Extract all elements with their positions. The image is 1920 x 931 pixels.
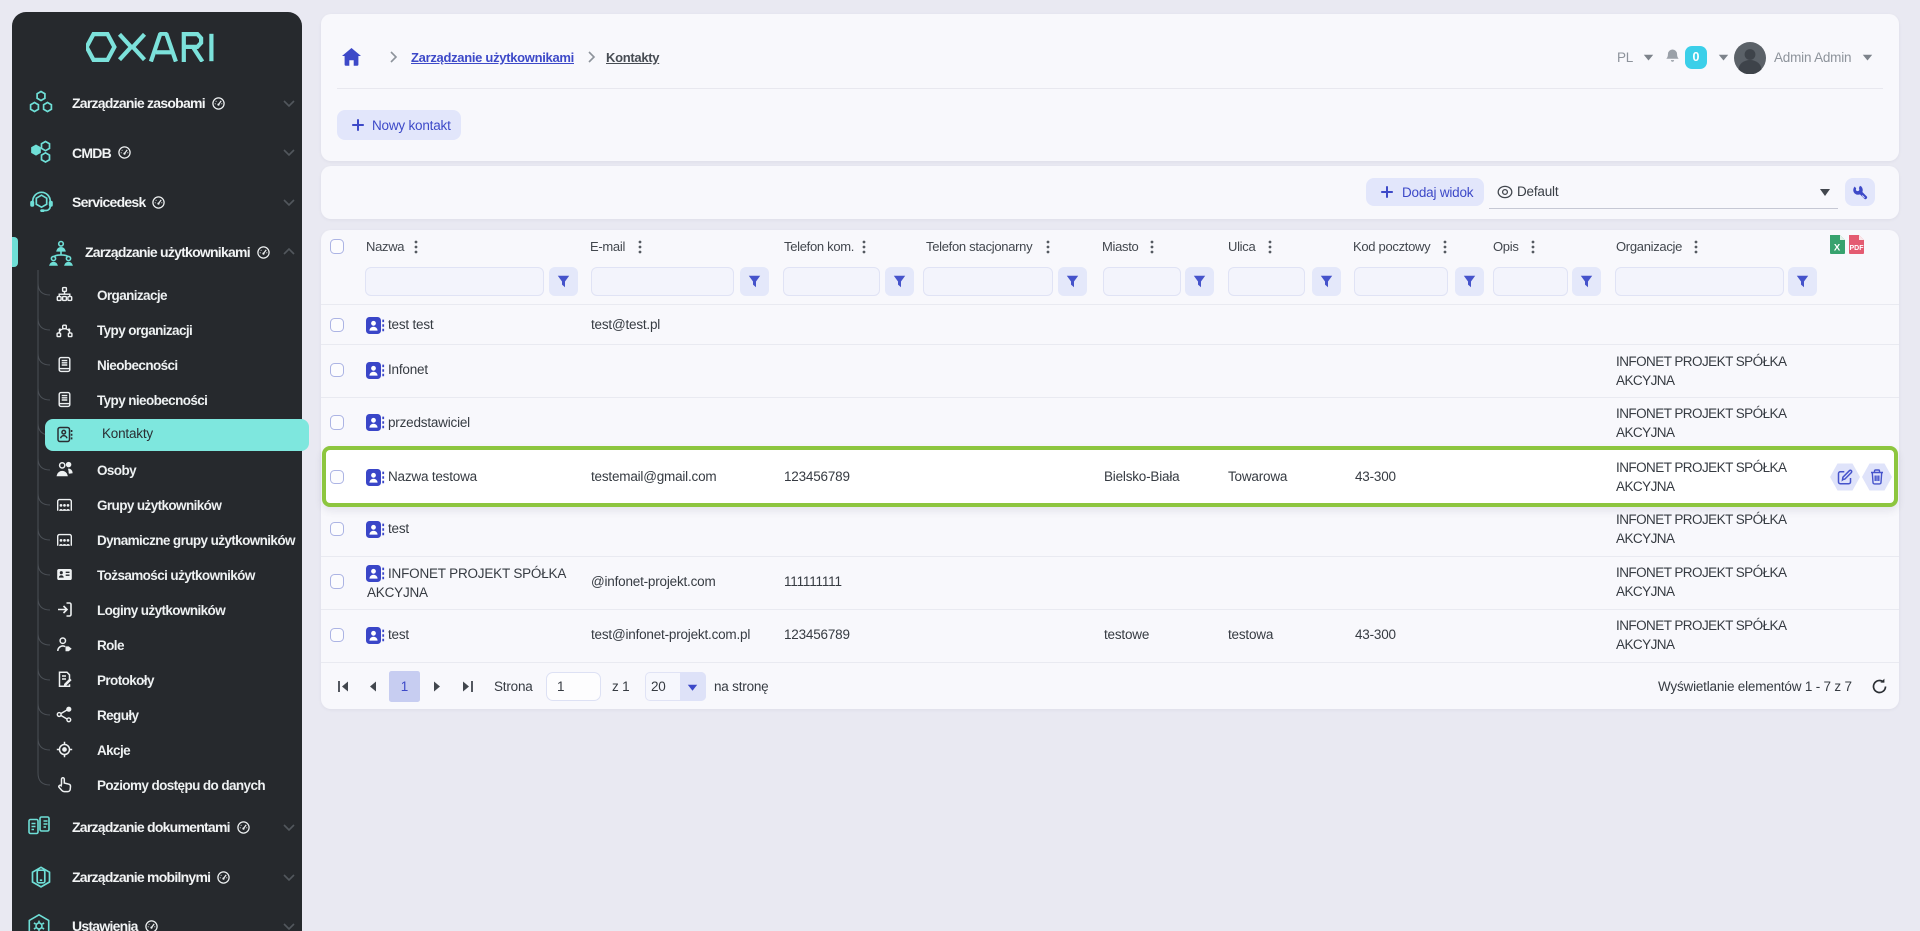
svg-text:X: X bbox=[1833, 242, 1840, 253]
svg-text:PDF: PDF bbox=[1849, 245, 1864, 252]
